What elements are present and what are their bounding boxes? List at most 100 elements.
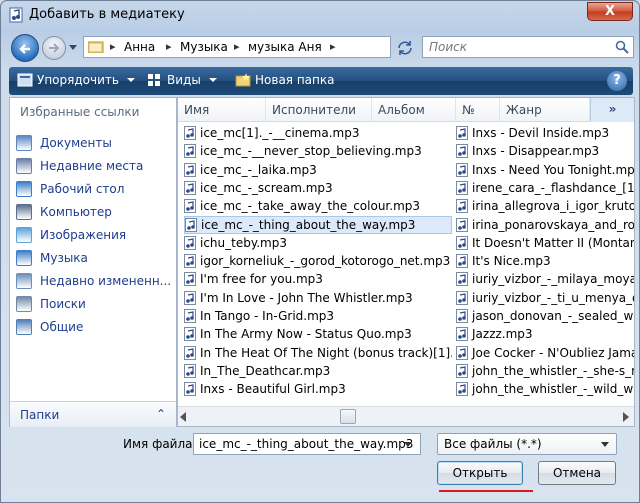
file-item[interactable]: jason_donovan_-_sealed_with... <box>456 307 634 325</box>
column-header-artists[interactable]: Исполнители <box>266 98 372 122</box>
recent-pages-dropdown[interactable] <box>69 45 77 50</box>
file-item[interactable]: I'm In Love - John The Whistler.mp3 <box>184 289 452 307</box>
recently-changed-icon <box>16 273 32 289</box>
file-item[interactable]: Inxs - Need You Tonight.mp3 <box>456 161 634 179</box>
sidebar-item-label: Изображения <box>40 228 127 242</box>
file-type-select[interactable]: Все файлы (*.*) <box>437 433 617 455</box>
cancel-button[interactable]: Отмена <box>538 461 616 485</box>
file-item[interactable]: It's Nice.mp3 <box>456 252 634 270</box>
file-item[interactable]: Inxs - Disappear.mp3 <box>456 142 634 160</box>
close-button[interactable]: X <box>587 2 633 21</box>
sidebar-item-label: Документы <box>40 136 112 150</box>
file-name: It's Nice.mp3 <box>472 254 551 269</box>
audio-file-icon <box>184 327 196 342</box>
desktop-icon <box>16 181 32 197</box>
sidebar-item-label: Поиски <box>40 297 86 311</box>
file-item[interactable]: ice_mc_-_laika.mp3 <box>184 161 452 179</box>
open-button[interactable]: Открыть <box>437 461 523 485</box>
audio-file-icon <box>184 199 196 214</box>
file-item[interactable]: ice_mc_-__never_stop_believing.mp3 <box>184 142 452 160</box>
file-item[interactable]: ice_mc_-_scream.mp3 <box>184 179 452 197</box>
file-item[interactable]: irina_allegrova_i_igor_krutoy_... <box>456 197 634 215</box>
pictures-icon <box>16 227 32 243</box>
filename-history-dropdown[interactable] <box>404 442 412 447</box>
refresh-button[interactable] <box>393 37 417 59</box>
file-item[interactable]: ice_mc_-_thing_about_the_way.mp3 <box>184 215 452 234</box>
views-menu[interactable]: Виды <box>147 73 217 87</box>
address-bar[interactable]: ▸ Анна ▸ Музыка ▸ музыка Аня ▸ <box>83 36 467 58</box>
scroll-left-arrow[interactable] <box>180 412 186 422</box>
column-header-name[interactable]: Имя <box>178 98 266 122</box>
file-item[interactable]: In_The_Deathcar.mp3 <box>184 362 452 380</box>
column-header-album[interactable]: Альбом <box>372 98 456 122</box>
arrow-right-icon <box>49 43 60 53</box>
audio-file-icon <box>184 382 196 397</box>
sidebar-item[interactable]: Изображения <box>16 225 126 245</box>
title-bar: Добавить в медиатеку X <box>1 1 639 29</box>
sidebar-item[interactable]: Компьютер <box>16 202 112 222</box>
file-item[interactable]: irina_ponarovskaya_and_rodo... <box>456 216 634 234</box>
more-columns-button[interactable]: » <box>590 98 634 122</box>
sidebar-item-label: Компьютер <box>40 205 112 219</box>
filename-value: ice_mc_-_thing_about_the_way.mp3 <box>199 437 414 451</box>
breadcrumb-separator[interactable]: ▸ <box>110 40 116 53</box>
file-item[interactable]: iuriy_vizbor_-_ti_u_menya_od... <box>456 289 634 307</box>
window-title: Добавить в медиатеку <box>29 7 185 22</box>
file-item[interactable]: iuriy_vizbor_-_milaya_moya.m... <box>456 270 634 288</box>
file-item[interactable]: Inxs - Beautiful Girl.mp3 <box>184 380 452 398</box>
file-item[interactable]: Inxs - Devil Inside.mp3 <box>456 124 634 142</box>
file-item[interactable]: I'm free for you.mp3 <box>184 270 452 288</box>
search-field[interactable]: Поиск <box>422 36 634 58</box>
file-item[interactable]: It Doesn't Matter II (Montana... <box>456 234 634 252</box>
horizontal-scrollbar[interactable] <box>178 406 634 426</box>
breadcrumb-music[interactable]: Музыка <box>180 40 228 54</box>
scroll-thumb[interactable] <box>340 409 356 424</box>
file-name: john_the_whistler_-_wild_wild... <box>472 382 634 397</box>
file-type-value: Все файлы (*.*) <box>444 437 542 451</box>
sidebar-item[interactable]: Рабочий стол <box>16 179 124 199</box>
forward-button[interactable] <box>42 36 66 60</box>
organize-menu[interactable]: Упорядочить <box>17 73 135 87</box>
filename-input[interactable]: ice_mc_-_thing_about_the_way.mp3 <box>193 433 421 455</box>
audio-file-icon <box>184 126 196 140</box>
breadcrumb-separator[interactable]: ▸ <box>330 40 336 53</box>
file-item[interactable]: irene_cara_-_flashdance_[1]... <box>456 179 634 197</box>
file-item[interactable]: In The Army Now - Status Quo.mp3 <box>184 325 452 343</box>
file-item[interactable]: Jazzz.mp3 <box>456 325 634 343</box>
back-button[interactable] <box>11 34 39 62</box>
folders-toggle[interactable]: Папки ⌃ <box>10 401 176 427</box>
scroll-right-arrow[interactable] <box>623 412 629 422</box>
breadcrumb-separator[interactable]: ▸ <box>234 40 240 53</box>
column-header-number[interactable]: № <box>456 98 500 122</box>
sidebar-item[interactable]: Общие <box>16 317 83 337</box>
sidebar-item[interactable]: Документы <box>16 133 112 153</box>
breadcrumb-separator[interactable]: ▸ <box>166 40 172 53</box>
file-item[interactable]: john_the_whistler_-_wild_wild... <box>456 380 634 398</box>
breadcrumb-music-anya[interactable]: музыка Аня <box>248 40 322 54</box>
sidebar-item[interactable]: Музыка <box>16 248 88 268</box>
organize-label: Упорядочить <box>37 73 119 87</box>
file-item[interactable]: john_the_whistler_-_she-s_m... <box>456 362 634 380</box>
file-name: Inxs - Need You Tonight.mp3 <box>472 162 634 177</box>
file-item[interactable]: igor_korneliuk_-_gorod_kotorogo_net.mp3 <box>184 252 452 270</box>
search-icon[interactable] <box>615 40 629 54</box>
help-icon[interactable]: ? <box>607 71 627 91</box>
documents-icon <box>16 135 32 151</box>
file-item[interactable]: ice_mc_-_take_away_the_colour.mp3 <box>184 197 452 215</box>
new-folder-button[interactable]: Новая папка <box>235 73 334 87</box>
new-folder-icon <box>235 73 251 87</box>
file-item[interactable]: Joe Cocker - N'Oubliez Jamai... <box>456 344 634 362</box>
file-item[interactable]: In The Heat Of The Night (bonus track)[1… <box>184 344 452 362</box>
sidebar-item[interactable]: Недавние места <box>16 156 143 176</box>
breadcrumb-anna[interactable]: Анна <box>124 40 155 54</box>
column-header-row: Имя Исполнители Альбом № Жанр » <box>178 98 634 122</box>
audio-file-icon <box>184 272 196 287</box>
column-header-genre[interactable]: Жанр <box>500 98 590 122</box>
file-item[interactable]: ichu_teby.mp3 <box>184 234 452 252</box>
file-item[interactable]: In Tango - In-Grid.mp3 <box>184 307 452 325</box>
searches-icon <box>16 296 32 312</box>
file-item[interactable]: ice_mc[1]._-__cinema.mp3 <box>184 124 452 142</box>
sidebar-item[interactable]: Недавно измененн... <box>16 271 171 291</box>
file-name: It Doesn't Matter II (Montana... <box>472 235 634 250</box>
sidebar-item[interactable]: Поиски <box>16 294 86 314</box>
